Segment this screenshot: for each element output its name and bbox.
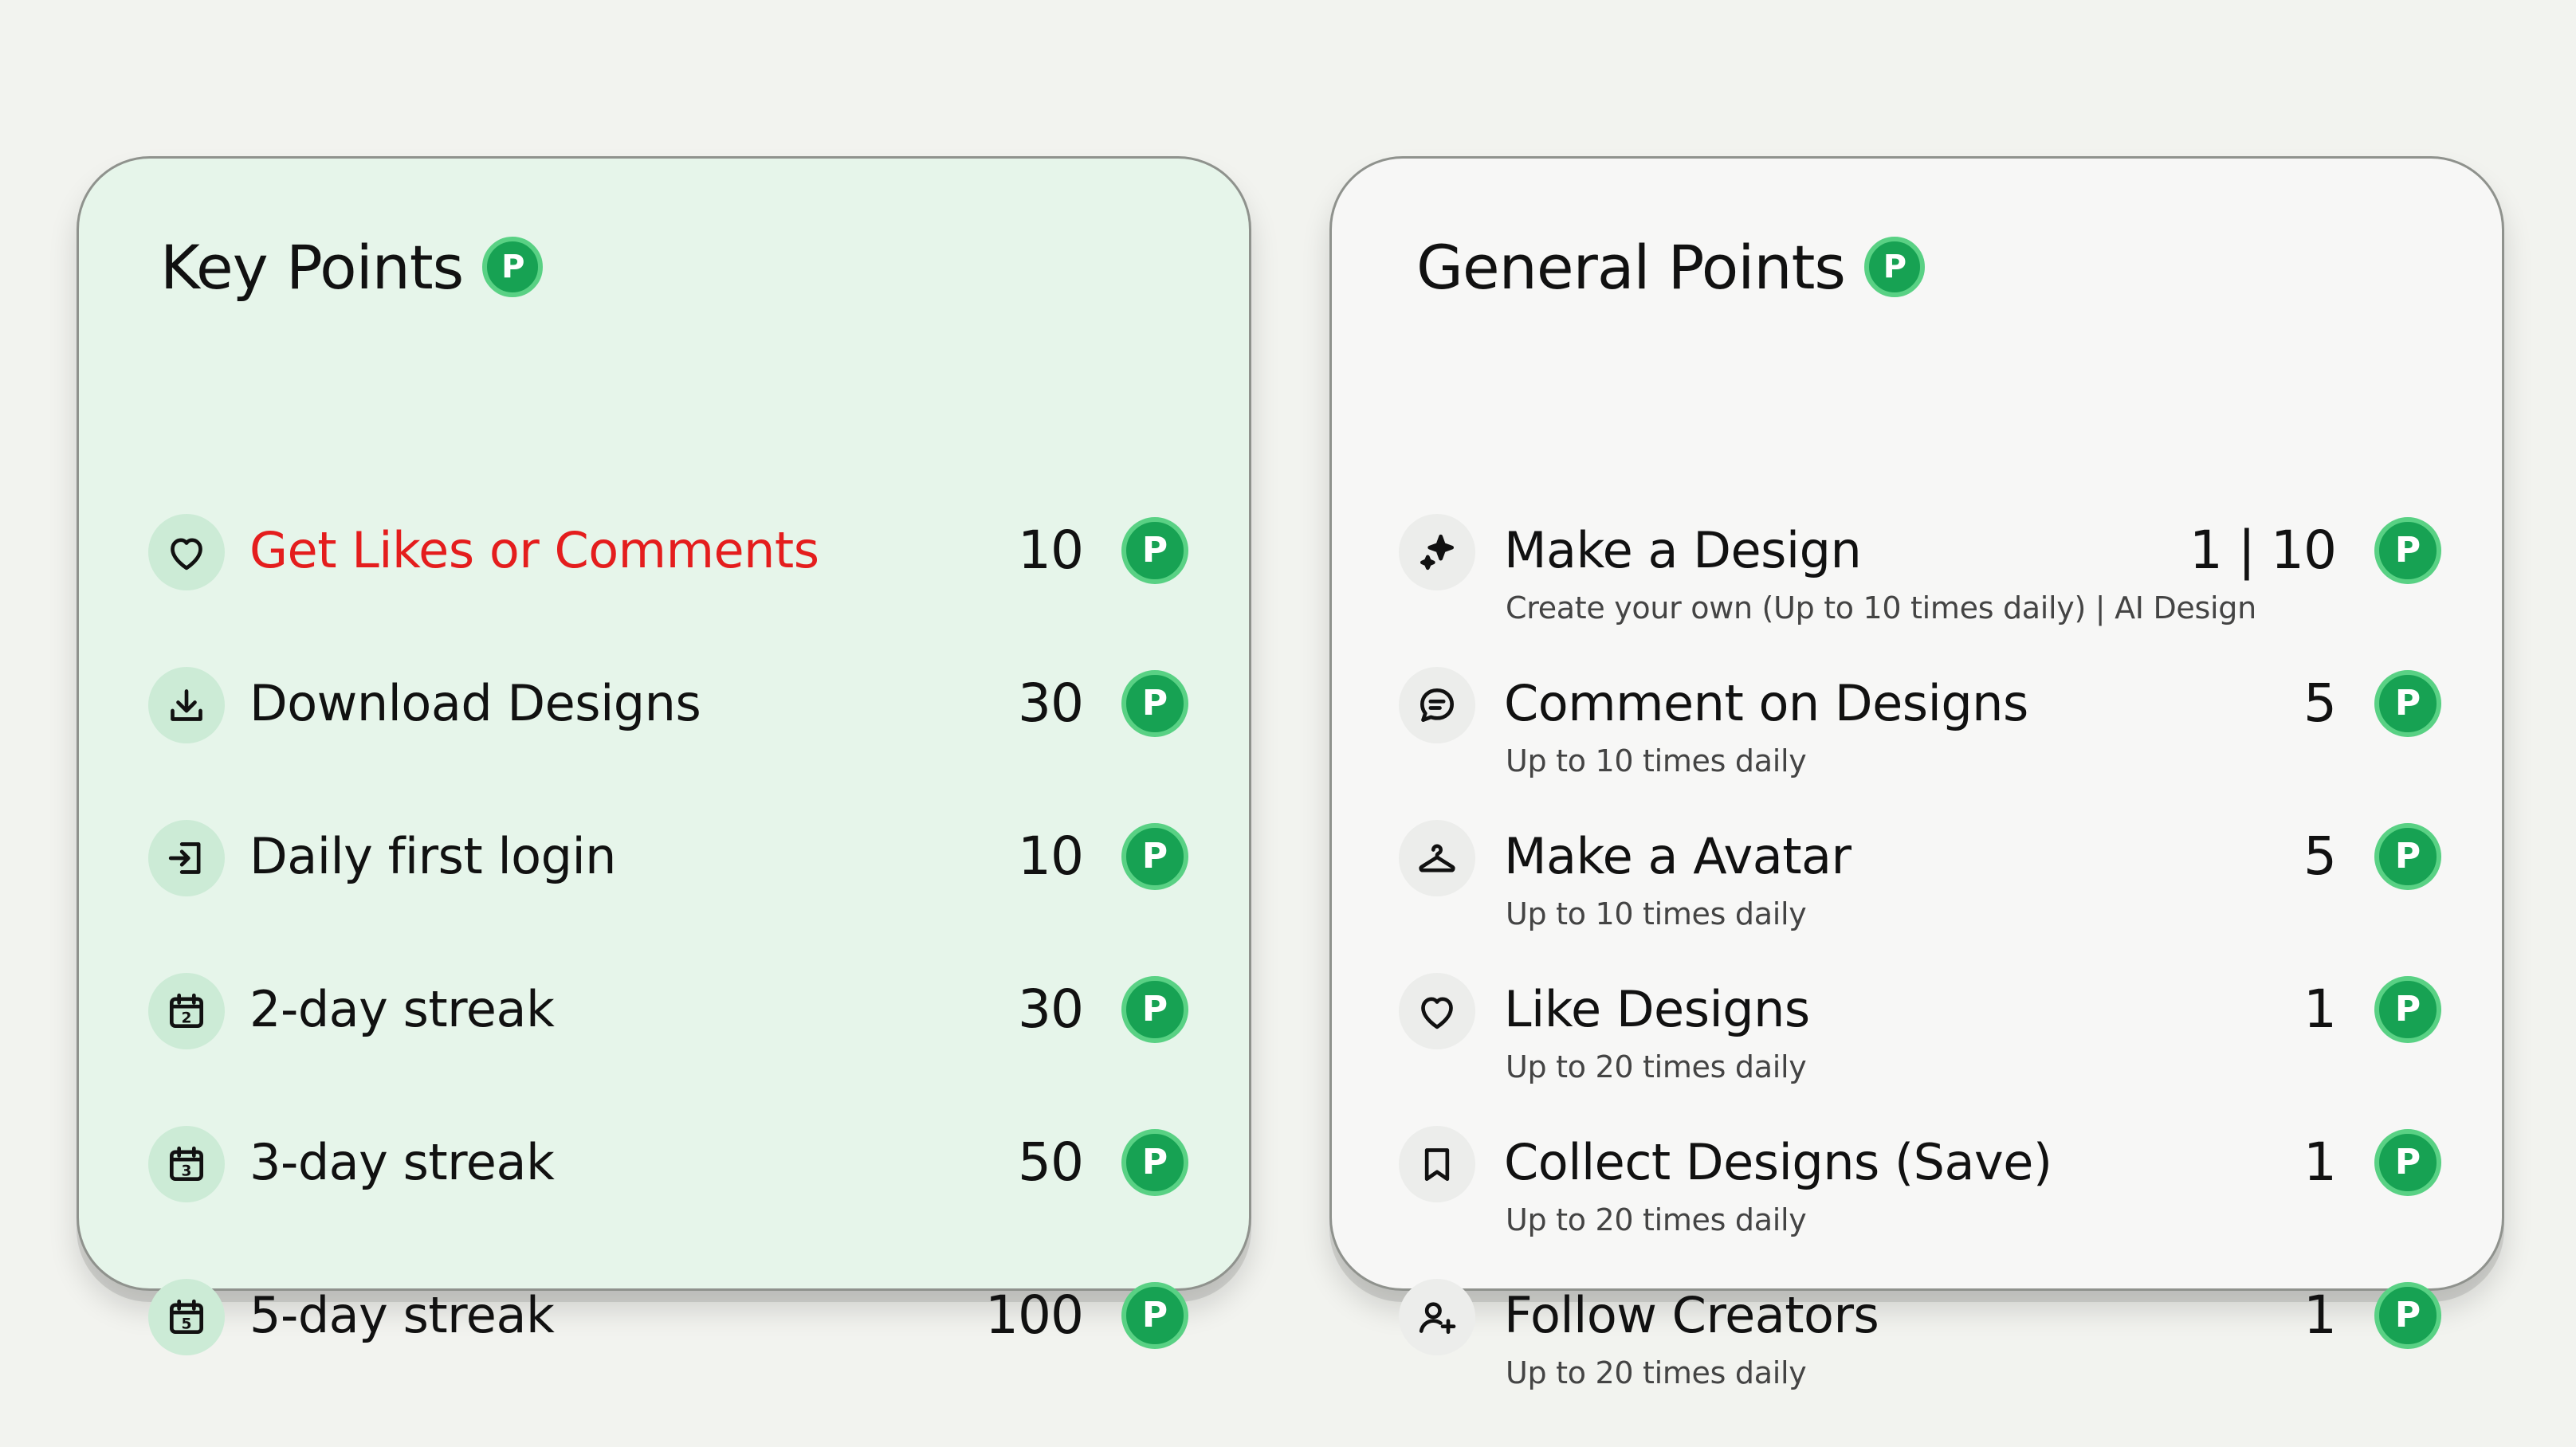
key-point-row-likes[interactable]: Get Likes or Comments 10 P bbox=[79, 501, 1249, 616]
points-coin-icon: P bbox=[1121, 517, 1188, 584]
row-points-value: 1 bbox=[2303, 978, 2337, 1040]
row-label: Make a Avatar bbox=[1504, 827, 1852, 885]
row-points-value: 100 bbox=[985, 1284, 1084, 1346]
download-icon bbox=[148, 667, 225, 743]
row-label: Daily first login bbox=[249, 827, 616, 885]
general-points-card: General Points P Make a Design Create yo… bbox=[1329, 156, 2504, 1390]
key-point-row-2-day-streak[interactable]: 2 2-day streak 30 P bbox=[79, 960, 1249, 1075]
row-sublabel: Up to 10 times daily bbox=[1506, 896, 1807, 931]
row-label: Follow Creators bbox=[1504, 1286, 1879, 1344]
login-icon bbox=[148, 820, 225, 896]
row-points-value: 10 bbox=[1018, 825, 1084, 887]
points-coin-icon: P bbox=[2374, 1129, 2441, 1196]
heart-icon bbox=[148, 514, 225, 590]
row-label: Make a Design bbox=[1504, 521, 1862, 579]
row-label: Like Designs bbox=[1504, 980, 1810, 1038]
row-points-value: 1 bbox=[2303, 1131, 2337, 1193]
calendar-3-icon: 3 bbox=[148, 1126, 225, 1202]
general-point-row-like[interactable]: Like Designs Up to 20 times daily 1 P bbox=[1332, 960, 2502, 1084]
points-coin-icon: P bbox=[2374, 517, 2441, 584]
row-sublabel: Up to 20 times daily bbox=[1506, 1049, 1807, 1084]
user-plus-icon bbox=[1399, 1279, 1475, 1355]
row-label: 5-day streak bbox=[249, 1286, 555, 1344]
row-points-value: 10 bbox=[1018, 520, 1084, 581]
general-point-row-follow[interactable]: Follow Creators Up to 20 times daily 1 P bbox=[1332, 1266, 2502, 1390]
general-points-title: General Points bbox=[1416, 231, 1846, 303]
key-point-row-5-day-streak[interactable]: 5 5-day streak 100 P bbox=[79, 1266, 1249, 1381]
svg-text:3: 3 bbox=[182, 1163, 192, 1179]
points-coin-icon: P bbox=[1863, 237, 1925, 297]
key-points-title: Key Points bbox=[160, 231, 464, 303]
row-points-value: 1 bbox=[2303, 1284, 2337, 1346]
points-coin-icon: P bbox=[1121, 1282, 1188, 1349]
points-coin-icon: P bbox=[482, 237, 544, 297]
chat-icon bbox=[1399, 667, 1475, 743]
row-points-value: 30 bbox=[1018, 978, 1084, 1040]
points-coin-icon: P bbox=[1121, 1129, 1188, 1196]
general-points-title-row: General Points P bbox=[1416, 229, 1925, 305]
row-label: Collect Designs (Save) bbox=[1504, 1133, 2052, 1191]
general-point-row-avatar[interactable]: Make a Avatar Up to 10 times daily 5 P bbox=[1332, 807, 2502, 931]
key-point-row-download[interactable]: Download Designs 30 P bbox=[79, 654, 1249, 769]
points-coin-icon: P bbox=[2374, 976, 2441, 1043]
row-points-value: 5 bbox=[2303, 673, 2337, 734]
key-point-row-3-day-streak[interactable]: 3 3-day streak 50 P bbox=[79, 1113, 1249, 1228]
heart-icon bbox=[1399, 973, 1475, 1049]
row-points-value: 1 | 10 bbox=[2189, 520, 2337, 581]
points-coin-icon: P bbox=[1121, 823, 1188, 890]
points-coin-icon: P bbox=[1121, 670, 1188, 737]
row-label: 3-day streak bbox=[249, 1133, 555, 1191]
svg-text:2: 2 bbox=[182, 1010, 192, 1026]
points-coin-icon: P bbox=[2374, 823, 2441, 890]
bookmark-icon bbox=[1399, 1126, 1475, 1202]
row-points-value: 30 bbox=[1018, 673, 1084, 734]
row-points-value: 5 bbox=[2303, 825, 2337, 887]
row-points-value: 50 bbox=[1018, 1131, 1084, 1193]
general-point-row-comment[interactable]: Comment on Designs Up to 10 times daily … bbox=[1332, 654, 2502, 778]
points-coin-icon: P bbox=[1121, 976, 1188, 1043]
row-sublabel: Up to 20 times daily bbox=[1506, 1355, 1807, 1390]
svg-text:5: 5 bbox=[182, 1316, 192, 1332]
hanger-icon bbox=[1399, 820, 1475, 896]
calendar-2-icon: 2 bbox=[148, 973, 225, 1049]
calendar-5-icon: 5 bbox=[148, 1279, 225, 1355]
points-coin-icon: P bbox=[2374, 1282, 2441, 1349]
row-sublabel: Up to 20 times daily bbox=[1506, 1202, 1807, 1237]
row-label: Download Designs bbox=[249, 674, 701, 732]
sparkle-icon bbox=[1399, 514, 1475, 590]
key-points-title-row: Key Points P bbox=[160, 229, 544, 305]
row-label: Get Likes or Comments bbox=[249, 521, 819, 579]
row-label: Comment on Designs bbox=[1504, 674, 2028, 732]
row-label: 2-day streak bbox=[249, 980, 555, 1038]
row-sublabel: Up to 10 times daily bbox=[1506, 743, 1807, 778]
key-points-card: Key Points P Get Likes or Comments 10 P … bbox=[77, 156, 1251, 1355]
points-coin-icon: P bbox=[2374, 670, 2441, 737]
general-point-row-make-design[interactable]: Make a Design Create your own (Up to 10 … bbox=[1332, 501, 2502, 625]
general-point-row-collect[interactable]: Collect Designs (Save) Up to 20 times da… bbox=[1332, 1113, 2502, 1237]
key-point-row-daily-login[interactable]: Daily first login 10 P bbox=[79, 807, 1249, 922]
row-sublabel: Create your own (Up to 10 times daily) |… bbox=[1506, 590, 2256, 625]
